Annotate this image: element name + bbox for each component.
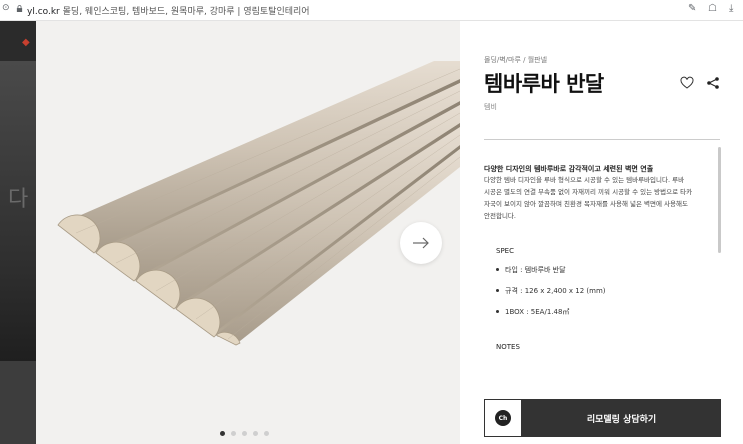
- site-info-icon[interactable]: ⊙: [2, 3, 10, 13]
- browser-address-bar[interactable]: ⊙ yl.co.kr 몰딩, 웨인스코팅, 템바보드, 원목마루, 강마루 | …: [0, 0, 743, 21]
- lock-icon[interactable]: [16, 5, 23, 12]
- product-description: 다양한 디자인의 템바루바로 감각적이고 세련된 벽면 연출 다양한 템바 디자…: [484, 164, 708, 222]
- fluted-panel-image: [57, 61, 460, 346]
- slide-dot[interactable]: [231, 431, 236, 436]
- product-modal: 몰딩/벽/마루 / 월판넬 템바루바 반달 템비 다양한 디자인의 템바루바로 …: [36, 21, 743, 444]
- download-icon[interactable]: ⤓: [729, 3, 733, 14]
- product-brand: 템비: [484, 103, 497, 111]
- translate-icon[interactable]: ✎: [688, 3, 696, 14]
- slide-dot[interactable]: [253, 431, 258, 436]
- product-title: 템바루바 반달: [484, 72, 604, 96]
- consultation-label[interactable]: 리모델링 상담하기: [522, 399, 721, 437]
- spec-item: 규격 : 126 x 2,400 x 12 (mm): [496, 286, 606, 307]
- bullet-icon: [496, 268, 499, 271]
- description-line: 다양한 템바 디자인을 루바 형식으로 시공할 수 있는 템바루바입니다. 루바: [484, 176, 685, 184]
- arrow-right-icon: [413, 237, 429, 249]
- spec-list: 타입 : 템바루바 반달 규격 : 126 x 2,400 x 12 (mm) …: [496, 265, 606, 328]
- description-heading: 다양한 디자인의 템바루바로 감각적이고 세련된 벽면 연출: [484, 165, 654, 173]
- slide-dot[interactable]: [242, 431, 247, 436]
- background-text: 다: [8, 187, 29, 212]
- spec-item: 1BOX : 5EA/1.48㎡: [496, 307, 606, 328]
- spec-text: 타입 : 템바루바 반달: [505, 266, 566, 274]
- url-domain: yl.co.kr: [27, 7, 60, 17]
- description-line: 안전합니다.: [484, 212, 516, 220]
- channel-talk-icon: Ch: [495, 410, 511, 426]
- consultation-button[interactable]: Ch 리모델링 상담하기: [484, 399, 721, 437]
- scrollbar[interactable]: [718, 147, 721, 253]
- divider: [484, 139, 720, 140]
- next-image-button[interactable]: [400, 222, 442, 264]
- description-line: 자국이 보이지 않아 깔끔하며 친환경 목자재를 사용해 넓은 벽면에 사용해도: [484, 200, 688, 208]
- heart-icon[interactable]: [680, 76, 694, 90]
- spec-text: 규격 : 126 x 2,400 x 12 (mm): [505, 287, 606, 295]
- slide-indicator: [220, 431, 269, 436]
- url-page-title: 몰딩, 웨인스코팅, 템바보드, 원목마루, 강마루 | 영림토탈인테리어: [62, 7, 310, 17]
- url-text[interactable]: yl.co.kr 몰딩, 웨인스코팅, 템바보드, 원목마루, 강마루 | 영림…: [27, 4, 310, 17]
- channel-talk-button[interactable]: Ch: [484, 399, 522, 437]
- description-line: 시공은 별도의 연결 부속품 없이 자재끼리 끼워 시공할 수 있는 방법으로 …: [484, 188, 693, 196]
- slide-dot[interactable]: [264, 431, 269, 436]
- product-gallery[interactable]: [36, 21, 460, 444]
- share-icon[interactable]: [706, 76, 720, 90]
- extensions-icon[interactable]: ☖: [708, 3, 717, 14]
- spec-title: SPEC: [496, 247, 514, 255]
- slide-dot[interactable]: [220, 431, 225, 436]
- product-info-panel: 몰딩/벽/마루 / 월판넬 템바루바 반달 템비 다양한 디자인의 템바루바로 …: [460, 21, 743, 444]
- bullet-icon: [496, 310, 499, 313]
- background-logo-icon: ◆: [22, 37, 30, 48]
- spec-text: 1BOX : 5EA/1.48㎡: [505, 308, 570, 316]
- breadcrumb[interactable]: 몰딩/벽/마루 / 월판넬: [484, 55, 547, 65]
- notes-title: NOTES: [496, 343, 520, 351]
- bullet-icon: [496, 289, 499, 292]
- spec-item: 타입 : 템바루바 반달: [496, 265, 606, 286]
